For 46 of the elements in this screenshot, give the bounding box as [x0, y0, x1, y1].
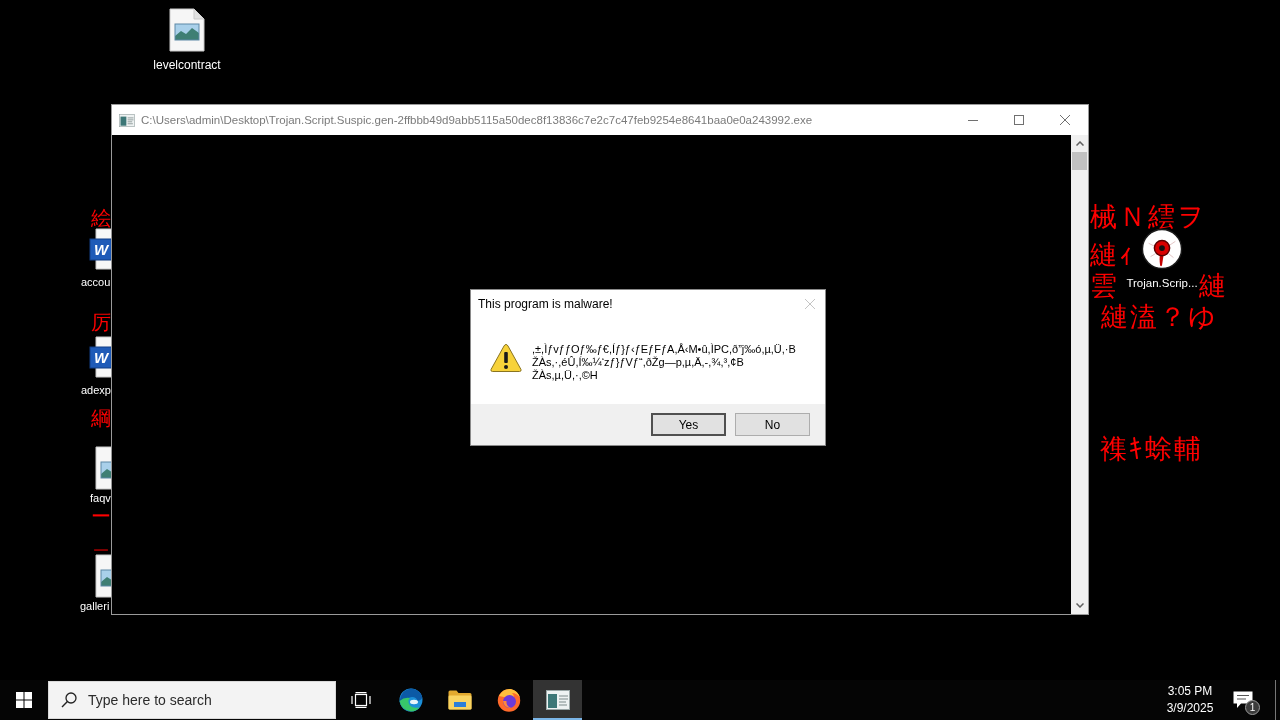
- minimize-icon: [968, 119, 978, 121]
- shortcut-label[interactable]: levelcontract: [153, 58, 221, 72]
- search-field[interactable]: Type here to search: [48, 681, 336, 719]
- wallpaper-text: 械Ｎ繧ヲ: [1090, 206, 1207, 228]
- vertical-scrollbar[interactable]: [1071, 135, 1088, 614]
- window-title: C:\Users\admin\Desktop\Trojan.Script.Suspic.gen-2ffbbb49d9abb5115a50dec8f13836c7e2c7c47feb9254e8641baa0e0a243992.exe: [141, 114, 813, 126]
- shortcut-label[interactable]: accou: [81, 275, 111, 289]
- wallpaper-text: 綱: [91, 408, 111, 428]
- warning-icon: [490, 343, 522, 373]
- maximize-icon: [1014, 115, 1024, 125]
- shortcut-label[interactable]: galleri: [80, 599, 110, 613]
- app-window-icon: [119, 113, 135, 127]
- wallpaper-text: ＿: [91, 531, 111, 551]
- close-icon: [805, 299, 815, 309]
- wallpaper-text: 縺ｨ: [1090, 240, 1135, 270]
- eyeball-icon[interactable]: [1141, 228, 1183, 270]
- chevron-up-icon[interactable]: [1075, 141, 1084, 146]
- firefox-browser-icon: [496, 688, 521, 712]
- dialog-message: ,±,ÌƒvƒƒOƒ‰ƒ€,Íƒ}ƒ‹ƒEƒFƒA,Å‹M•û,ÌPC,ð”j‰ó,µ,Ü,·B ŽÀs,·,éÛ,Í‰¼‘zƒ}ƒVƒ“,ðŽg—p,µ,Ä,-,¾,³,¢B ŽÀs,µ,Ü,·,©H: [532, 343, 796, 382]
- notification-button[interactable]: 1: [1223, 680, 1263, 720]
- task-view-icon: [351, 692, 371, 708]
- chevron-down-icon[interactable]: [1075, 603, 1084, 608]
- wallpaper-text: 厉: [91, 312, 111, 332]
- folder-icon: [447, 690, 472, 710]
- edge-browser-icon: [398, 688, 423, 712]
- windows-logo-icon: [16, 692, 32, 708]
- clock-button[interactable]: 3:05 PM 3/9/2025: [1157, 680, 1223, 720]
- dialog-button[interactable]: No: [735, 413, 810, 436]
- wallpaper-text: 縺溘？ゆ: [1101, 302, 1218, 332]
- taskbar-app-button[interactable]: [533, 680, 582, 720]
- wallpaper-text: 絵: [91, 208, 111, 228]
- dialog-button[interactable]: Yes: [651, 413, 726, 436]
- shortcut-label[interactable]: adexp: [81, 383, 111, 397]
- wallpaper-text: 縺: [1199, 271, 1228, 301]
- search-icon: [61, 692, 77, 708]
- wallpaper-text: 雲: [1090, 271, 1119, 301]
- wallpaper-text: ー: [91, 506, 111, 526]
- app-window-icon: [545, 690, 570, 710]
- scrollbar-thumb[interactable]: [1072, 152, 1087, 170]
- shortcut-label[interactable]: faqv: [90, 491, 111, 505]
- dialog-title: This program is malware!: [478, 297, 613, 311]
- close-icon: [1060, 115, 1070, 125]
- image-file-icon[interactable]: [169, 8, 205, 52]
- shortcut-label[interactable]: Trojan.Scrip...: [1126, 276, 1198, 290]
- wallpaper-text: 襍ｷ蜍輔: [1100, 434, 1203, 464]
- notification-count-badge: 1: [1245, 700, 1260, 715]
